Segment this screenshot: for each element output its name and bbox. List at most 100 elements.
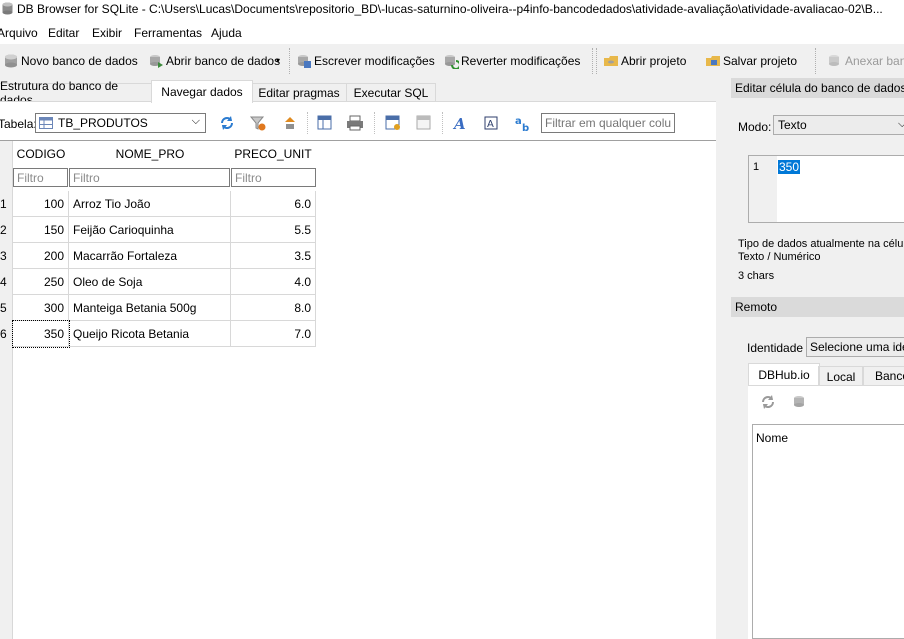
toolbar-separator xyxy=(815,48,817,74)
tab-navegar-label: Navegar dados xyxy=(161,85,243,99)
cell-value[interactable]: 350 xyxy=(778,160,801,174)
column-header-preco-unit[interactable]: PRECO_UNIT xyxy=(231,141,315,167)
edit-cell-header: Editar célula do banco de dados xyxy=(731,78,904,98)
open-project-icon xyxy=(604,56,618,66)
print-icon[interactable] xyxy=(346,114,364,132)
refresh-icon[interactable] xyxy=(218,114,236,132)
delete-record-icon[interactable] xyxy=(415,114,433,132)
cell-codigo[interactable]: 300 xyxy=(13,295,69,321)
toolbar-separator xyxy=(592,48,594,74)
title-bar: DB Browser for SQLite - C:\Users\Lucas\D… xyxy=(0,0,904,18)
menu-ferramentas[interactable]: Ferramentas xyxy=(134,26,202,40)
remote-file-list[interactable]: Nome xyxy=(752,424,904,639)
attach-database-label: Anexar banco xyxy=(845,54,904,68)
revert-changes-icon xyxy=(445,55,459,69)
cell-nome-pro[interactable]: Arroz Tio João xyxy=(69,191,231,217)
filter-nome-pro[interactable]: Filtro xyxy=(69,168,230,187)
global-filter-input[interactable] xyxy=(541,113,675,133)
cell-preco-unit[interactable]: 8.0 xyxy=(231,295,316,321)
insert-record-icon[interactable] xyxy=(384,114,402,132)
cell-codigo[interactable]: 200 xyxy=(13,243,69,269)
new-database-button[interactable]: Novo banco de dados xyxy=(3,50,138,72)
cell-codigo[interactable]: 350 xyxy=(12,320,70,348)
main-tab-bar: Estrutura do banco de dados Navegar dado… xyxy=(0,79,716,107)
row-number[interactable]: 4 xyxy=(0,269,12,295)
toolbar-separator xyxy=(307,112,309,134)
attach-database-button[interactable]: Anexar banco xyxy=(827,50,904,72)
tab-editar-pragmas[interactable]: Editar pragmas xyxy=(251,83,347,102)
remote-header: Remoto xyxy=(731,297,904,317)
cell-nome-pro[interactable]: Manteiga Betania 500g xyxy=(69,295,231,321)
refresh-icon[interactable] xyxy=(760,394,776,410)
save-project-button[interactable]: Salvar projeto xyxy=(705,50,797,72)
identity-label: Identidade xyxy=(747,341,804,355)
tab-banco[interactable]: Banco xyxy=(862,366,904,385)
open-database-button[interactable]: Abrir banco de dados xyxy=(148,50,280,72)
cell-nome-pro[interactable]: Queijo Ricota Betania xyxy=(69,321,231,347)
revert-changes-button[interactable]: Reverter modificações xyxy=(443,50,580,72)
revert-changes-label: Reverter modificações xyxy=(461,54,581,68)
svg-text:A: A xyxy=(487,119,494,130)
filter-codigo[interactable]: Filtro xyxy=(13,168,68,187)
cell-codigo[interactable]: 150 xyxy=(13,217,69,243)
attach-database-icon xyxy=(829,55,839,66)
clone-database-icon[interactable] xyxy=(792,394,808,410)
cell-preco-unit[interactable]: 6.0 xyxy=(231,191,316,217)
line-number: 1 xyxy=(753,161,760,173)
save-table-icon[interactable] xyxy=(316,114,334,132)
cell-codigo[interactable]: 250 xyxy=(13,269,69,295)
data-type-value: Texto / Numérico xyxy=(738,251,821,263)
row-number[interactable]: 1 xyxy=(0,191,12,217)
tab-estrutura[interactable]: Estrutura do banco de dados xyxy=(0,79,152,107)
row-number[interactable]: 6 xyxy=(0,321,12,347)
clear-filters-icon[interactable] xyxy=(249,114,267,132)
column-header-codigo[interactable]: CODIGO xyxy=(13,141,69,167)
cell-nome-pro[interactable]: Oleo de Soja xyxy=(69,269,231,295)
tab-navegar-dados[interactable]: Navegar dados xyxy=(151,80,253,103)
open-project-button[interactable]: Abrir projeto xyxy=(603,50,686,72)
svg-text:A: A xyxy=(452,115,466,132)
row-number[interactable]: 3 xyxy=(0,243,12,269)
write-changes-button[interactable]: Escrever modificações xyxy=(296,50,435,72)
table-select-value: TB_PRODUTOS xyxy=(58,116,148,130)
tab-sql-label: Executar SQL xyxy=(353,86,429,100)
mode-label: Modo: xyxy=(738,120,772,134)
database-app-icon xyxy=(2,2,13,15)
tab-executar-sql[interactable]: Executar SQL xyxy=(346,83,436,102)
sort-icon[interactable] xyxy=(281,114,299,132)
find-replace-icon[interactable]: a b xyxy=(514,114,532,132)
column-header-nome-pro[interactable]: NOME_PRO xyxy=(69,141,231,167)
font-icon[interactable]: A xyxy=(452,114,470,132)
cell-editor[interactable]: 1 350 xyxy=(748,155,904,223)
cell-preco-unit[interactable]: 3.5 xyxy=(231,243,316,269)
cell-nome-pro[interactable]: Feijão Carioquinha xyxy=(69,217,231,243)
table-label: Tabela: xyxy=(0,117,37,131)
cell-codigo[interactable]: 100 xyxy=(13,191,69,217)
menu-editar[interactable]: Editar xyxy=(48,26,79,40)
tab-local[interactable]: Local xyxy=(818,366,864,386)
write-changes-icon xyxy=(298,55,311,68)
row-number[interactable]: 5 xyxy=(0,295,12,321)
menu-ajuda[interactable]: Ajuda xyxy=(211,26,242,40)
svg-text:a: a xyxy=(515,116,522,127)
menu-exibir[interactable]: Exibir xyxy=(92,26,122,40)
identity-select[interactable]: Selecione uma identidade xyxy=(806,337,904,357)
menu-arquivo[interactable]: Arquivo xyxy=(0,26,38,40)
row-number[interactable]: 2 xyxy=(0,217,12,243)
main-toolbar: Novo banco de dados Abrir banco de dados… xyxy=(0,44,904,78)
cell-nome-pro[interactable]: Macarrão Fortaleza xyxy=(69,243,231,269)
open-database-dropdown-icon[interactable]: ▾ xyxy=(276,56,280,65)
mode-select[interactable]: Texto ⌵ xyxy=(773,115,904,135)
cell-preco-unit[interactable]: 4.0 xyxy=(231,269,316,295)
filter-preco-unit[interactable]: Filtro xyxy=(231,168,316,187)
table-icon xyxy=(39,117,53,129)
toolbar-separator xyxy=(596,48,598,74)
cell-preco-unit[interactable]: 7.0 xyxy=(231,321,316,347)
tab-banco-label: Banco xyxy=(875,369,904,383)
cell-preco-unit[interactable]: 5.5 xyxy=(231,217,316,243)
format-icon[interactable]: A xyxy=(482,114,500,132)
mode-select-value: Texto xyxy=(778,118,807,132)
name-column-header: Nome xyxy=(756,431,789,445)
tab-dbhub[interactable]: DBHub.io xyxy=(748,363,820,386)
table-select[interactable]: TB_PRODUTOS ⌵ xyxy=(35,113,206,133)
